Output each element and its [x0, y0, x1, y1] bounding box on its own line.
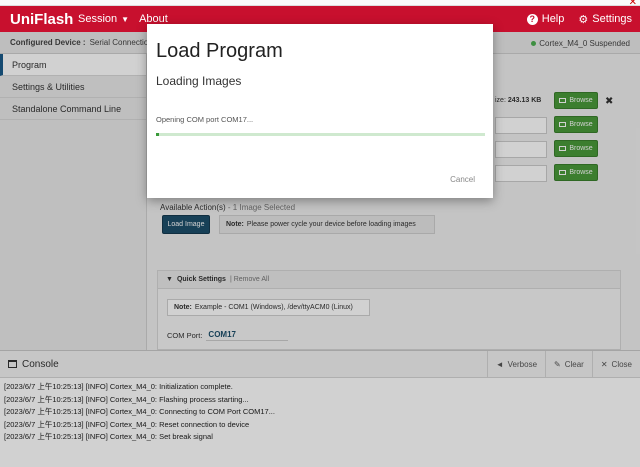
help-button[interactable]: ? Help: [526, 13, 565, 25]
progress-bar: [156, 133, 485, 136]
nav-session[interactable]: Session ▼: [78, 13, 129, 25]
dialog-title: Load Program: [156, 40, 283, 62]
help-icon: ?: [526, 13, 538, 25]
dialog-status-text: Opening COM port COM17...: [156, 115, 254, 124]
dialog-subtitle: Loading Images: [156, 74, 242, 88]
settings-label: Settings: [592, 13, 632, 25]
gear-icon: ⚙: [578, 13, 589, 26]
progress-bar-fill: [156, 133, 160, 136]
chevron-down-icon: ▼: [121, 14, 130, 24]
brand-logo: UniFlash: [10, 10, 74, 28]
nav-session-label: Session: [78, 13, 118, 25]
settings-button[interactable]: ⚙ Settings: [578, 13, 632, 26]
load-program-dialog: Load Program Loading Images Opening COM …: [147, 24, 493, 198]
cancel-button[interactable]: Cancel: [450, 175, 475, 184]
help-label: Help: [541, 13, 565, 25]
